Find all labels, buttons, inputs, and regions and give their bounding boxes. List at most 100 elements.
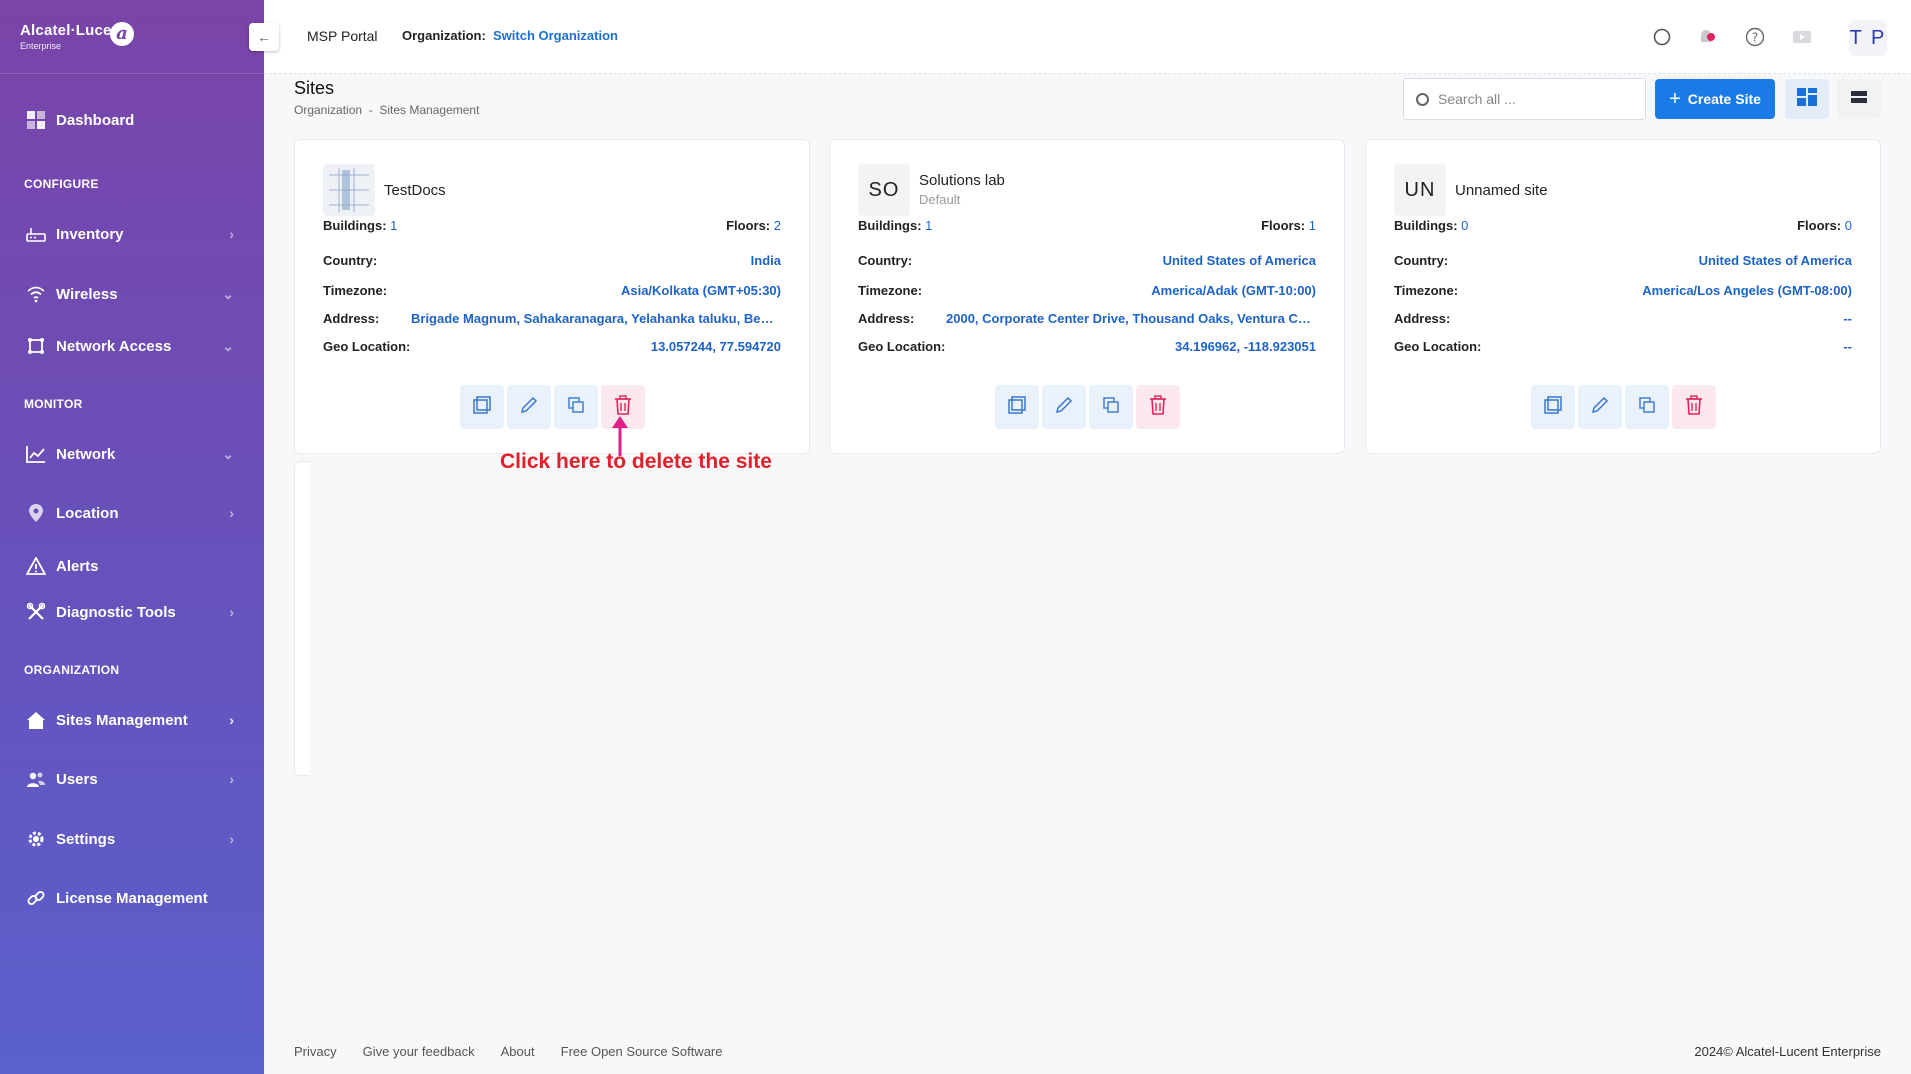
floor-plan-icon bbox=[1007, 395, 1027, 420]
floor-plan-button[interactable] bbox=[459, 385, 504, 429]
floor-plan-icon bbox=[1543, 395, 1563, 420]
sidebar-item-inventory[interactable]: Inventory › bbox=[24, 220, 234, 248]
tools-icon bbox=[24, 602, 48, 622]
list-view-icon bbox=[1850, 89, 1868, 110]
svg-text:?: ? bbox=[1752, 31, 1758, 45]
home-icon bbox=[24, 710, 48, 730]
search-input[interactable]: Search all ... bbox=[1403, 78, 1646, 120]
geo-location-row: Geo Location: 13.057244, 77.594720 bbox=[323, 339, 781, 354]
floor-plan-icon bbox=[472, 395, 492, 420]
sidebar-item-license-management[interactable]: License Management bbox=[24, 884, 234, 912]
floors-count: Floors: 0 bbox=[1797, 218, 1852, 233]
trash-icon bbox=[1149, 394, 1167, 420]
user-avatar[interactable]: T P bbox=[1849, 20, 1887, 56]
switch-organization-link[interactable]: Switch Organization bbox=[493, 28, 618, 43]
organization-label: Organization: bbox=[402, 28, 486, 43]
search-icon bbox=[1416, 92, 1429, 106]
pencil-icon bbox=[1590, 395, 1610, 420]
buildings-count: Buildings: 0 bbox=[1394, 218, 1469, 233]
site-actions bbox=[1366, 385, 1880, 429]
copy-button[interactable] bbox=[553, 385, 598, 429]
users-icon bbox=[24, 769, 48, 789]
address-row: Address: 2000, Corporate Center Drive, Th… bbox=[858, 311, 1316, 326]
create-site-button[interactable]: + Create Site bbox=[1655, 79, 1775, 119]
sidebar-item-label: Network bbox=[56, 445, 116, 463]
grid-view-button[interactable] bbox=[1785, 79, 1829, 119]
status-circle-icon[interactable] bbox=[1651, 26, 1673, 48]
sidebar-item-settings[interactable]: Settings › bbox=[24, 825, 234, 853]
list-view-button[interactable] bbox=[1837, 79, 1881, 119]
copy-button[interactable] bbox=[1088, 385, 1133, 429]
search-placeholder: Search all ... bbox=[1438, 91, 1516, 107]
geo-location-row: Geo Location: 34.196962, -118.923051 bbox=[858, 339, 1316, 354]
sidebar-item-sites-management[interactable]: Sites Management › bbox=[24, 706, 234, 734]
timezone-row: Timezone: America/Adak (GMT-10:00) bbox=[858, 283, 1316, 298]
floors-count: Floors: 2 bbox=[726, 218, 781, 233]
sidebar-item-network-access[interactable]: Network Access ⌄ bbox=[24, 332, 234, 360]
site-name: TestDocs bbox=[384, 182, 446, 199]
sidebar-item-dashboard[interactable]: Dashboard bbox=[24, 106, 234, 134]
site-thumbnail bbox=[323, 164, 375, 216]
section-monitor: MONITOR bbox=[24, 397, 83, 411]
about-link[interactable]: About bbox=[501, 1044, 535, 1059]
buildings-count: Buildings: 1 bbox=[858, 218, 933, 233]
annotation-callout: Click here to delete the site bbox=[500, 450, 772, 473]
foss-link[interactable]: Free Open Source Software bbox=[561, 1044, 723, 1059]
site-card[interactable]: TestDocs Buildings: 1 Floors: 2 Country:… bbox=[294, 139, 810, 454]
delete-site-button[interactable] bbox=[1135, 385, 1180, 429]
sidebar-item-network[interactable]: Network ⌄ bbox=[24, 440, 234, 468]
brand-subtitle: Enterprise bbox=[20, 41, 62, 51]
video-icon[interactable] bbox=[1791, 26, 1813, 48]
copy-icon bbox=[567, 396, 585, 419]
site-card[interactable]: SO Solutions lab Default Buildings: 1 Fl… bbox=[829, 139, 1345, 454]
chevron-right-icon: › bbox=[229, 831, 234, 847]
edit-button[interactable] bbox=[1577, 385, 1622, 429]
sidebar-item-label: Users bbox=[56, 770, 98, 788]
sidebar-item-users[interactable]: Users › bbox=[24, 765, 234, 793]
site-card[interactable]: UN Unnamed site Buildings: 0 Floors: 0 C… bbox=[1365, 139, 1881, 454]
warning-icon bbox=[24, 556, 48, 576]
sidebar-item-location[interactable]: Location › bbox=[24, 499, 234, 527]
sidebar-item-label: Dashboard bbox=[56, 111, 135, 129]
privacy-link[interactable]: Privacy bbox=[294, 1044, 337, 1059]
site-initials-avatar: UN bbox=[1394, 164, 1446, 216]
edit-button[interactable] bbox=[506, 385, 551, 429]
arrow-left-icon: ← bbox=[257, 29, 271, 45]
sidebar-item-label: Network Access bbox=[56, 337, 172, 355]
country-row: Country: India bbox=[323, 253, 781, 268]
floors-count: Floors: 1 bbox=[1261, 218, 1316, 233]
plus-icon: + bbox=[1669, 88, 1681, 110]
link-icon bbox=[24, 888, 48, 908]
country-row: Country: United States of America bbox=[858, 253, 1316, 268]
chevron-right-icon: › bbox=[229, 604, 234, 620]
trash-icon bbox=[1685, 394, 1703, 420]
location-pin-icon bbox=[24, 503, 48, 523]
delete-site-button[interactable] bbox=[1671, 385, 1716, 429]
collapse-sidebar-button[interactable]: ← bbox=[249, 23, 279, 51]
chevron-down-icon: ⌄ bbox=[222, 337, 234, 354]
chevron-down-icon: ⌄ bbox=[222, 445, 234, 462]
floor-plan-button[interactable] bbox=[994, 385, 1039, 429]
sidebar-item-label: Inventory bbox=[56, 225, 124, 243]
breadcrumb[interactable]: Organization - Sites Management bbox=[294, 103, 479, 117]
create-site-label: Create Site bbox=[1687, 91, 1761, 107]
help-icon[interactable]: ? bbox=[1744, 26, 1766, 48]
counts-row: Buildings: 1 Floors: 2 bbox=[323, 218, 781, 233]
site-actions bbox=[295, 385, 809, 429]
portal-label: MSP Portal bbox=[307, 28, 378, 44]
site-initials-avatar: SO bbox=[858, 164, 910, 216]
sidebar-item-wireless[interactable]: Wireless ⌄ bbox=[24, 280, 234, 308]
floor-plan-button[interactable] bbox=[1530, 385, 1575, 429]
chart-icon bbox=[24, 444, 48, 464]
sidebar-item-alerts[interactable]: Alerts bbox=[24, 552, 234, 580]
chevron-right-icon: › bbox=[229, 712, 234, 728]
brand-logo-icon: a bbox=[110, 22, 134, 46]
brand: Alcatel·Lucent Enterprise a bbox=[0, 0, 264, 74]
notification-bell-icon[interactable] bbox=[1697, 26, 1719, 48]
edit-button[interactable] bbox=[1041, 385, 1086, 429]
sidebar-item-diagnostic-tools[interactable]: Diagnostic Tools › bbox=[24, 598, 234, 626]
copy-button[interactable] bbox=[1624, 385, 1669, 429]
empty-card-placeholder bbox=[294, 461, 310, 776]
feedback-link[interactable]: Give your feedback bbox=[363, 1044, 475, 1059]
counts-row: Buildings: 0 Floors: 0 bbox=[1394, 218, 1852, 233]
